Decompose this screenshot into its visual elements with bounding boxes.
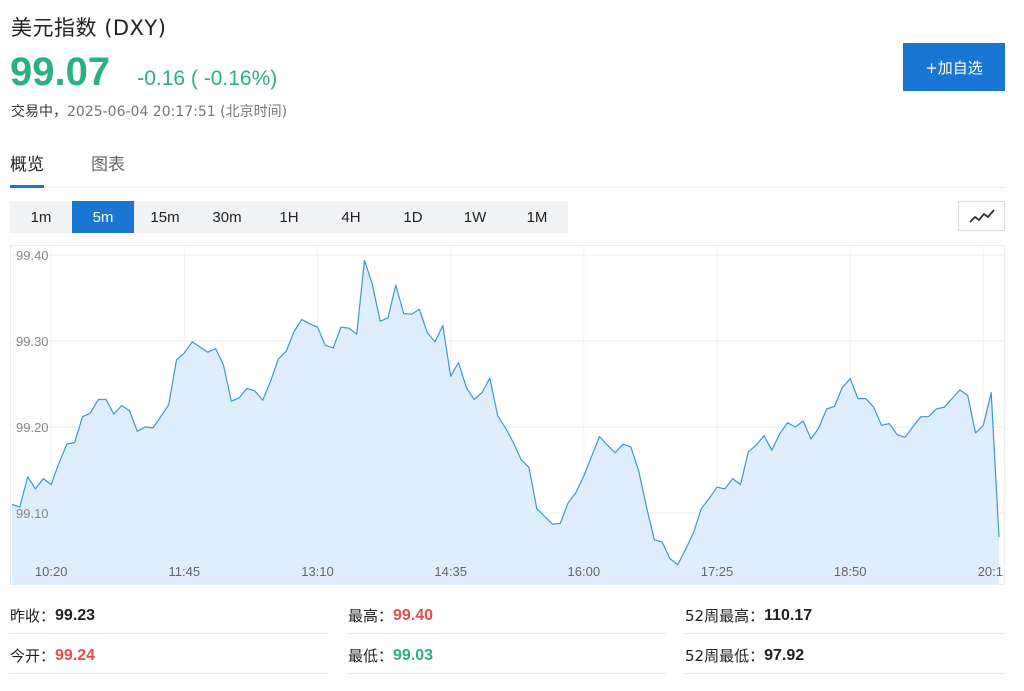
add-to-watchlist-button[interactable]: +加自选 [903,43,1005,91]
tab-bar: 概览 图表 [10,146,1005,188]
x-tick-label: 14:35 [434,564,467,579]
stat-label: 最高： [348,607,394,625]
stat-52w-high: 52周最高： 110.17 [685,598,1005,634]
tab-chart[interactable]: 图表 [91,150,125,187]
stat-high: 最高： 99.40 [348,598,666,634]
x-tick-label: 17:25 [701,564,734,579]
x-tick-label: 16:00 [568,564,601,579]
period-1h[interactable]: 1H [258,201,320,233]
stat-value: 99.40 [393,606,434,624]
y-tick-label: 99.20 [16,420,49,435]
line-chart-icon [968,209,995,223]
stat-value: 110.17 [764,606,813,624]
stat-label: 最低： [348,647,394,665]
period-1d[interactable]: 1D [382,201,444,233]
stat-value: 99.03 [393,646,434,664]
stat-label: 52周最低： [685,647,765,665]
period-1w[interactable]: 1W [444,201,506,233]
status-timestamp: 2025-06-04 20:17:51 (北京时间) [67,104,288,120]
trading-status: 交易中，2025-06-04 20:17:51 (北京时间) [11,101,287,121]
period-4h[interactable]: 4H [320,201,382,233]
price-area-chart: 99.10 99.20 99.30 99.40 10:20 11:45 13:10 14:35… [10,245,1005,585]
x-tick-label: 18:50 [834,564,867,579]
period-5m[interactable]: 5m [72,201,134,233]
instrument-name: 美元指数 [11,16,97,40]
stat-label: 52周最高： [685,607,765,625]
y-tick-label: 99.40 [16,248,49,263]
price-change: -0.16 ( -0.16%) [137,67,278,90]
tab-overview[interactable]: 概览 [10,150,44,188]
page-title: 美元指数 (DXY) [11,12,166,42]
chart-type-button[interactable] [958,201,1005,231]
period-15m[interactable]: 15m [134,201,196,233]
last-price: 99.07 [10,50,111,94]
period-selector: 1m 5m 15m 30m 1H 4H 1D 1W 1M [10,201,568,233]
stat-label: 今开： [10,647,56,665]
period-1mo[interactable]: 1M [506,201,568,233]
stat-value: 99.24 [55,646,96,664]
period-1m[interactable]: 1m [10,201,72,233]
x-tick-label: 13:10 [301,564,334,579]
period-30m[interactable]: 30m [196,201,258,233]
x-tick-label: 11:45 [169,564,201,579]
price-row: 99.07 -0.16 ( -0.16%) [10,50,277,98]
status-label: 交易中， [11,104,67,120]
stat-prev-close: 昨收： 99.23 [10,598,328,634]
stat-label: 昨收： [10,607,56,625]
instrument-symbol: (DXY) [104,16,167,40]
stat-value: 97.92 [764,646,805,664]
stat-52w-low: 52周最低： 97.92 [685,638,1005,674]
stat-low: 最低： 99.03 [348,638,666,674]
y-tick-label: 99.30 [16,334,49,349]
x-tick-label: 10:20 [35,564,68,579]
stat-value: 99.23 [55,606,96,624]
x-tick-label: 20:1 [978,564,1003,579]
stat-open: 今开： 99.24 [10,638,328,674]
y-tick-label: 99.10 [16,506,49,521]
